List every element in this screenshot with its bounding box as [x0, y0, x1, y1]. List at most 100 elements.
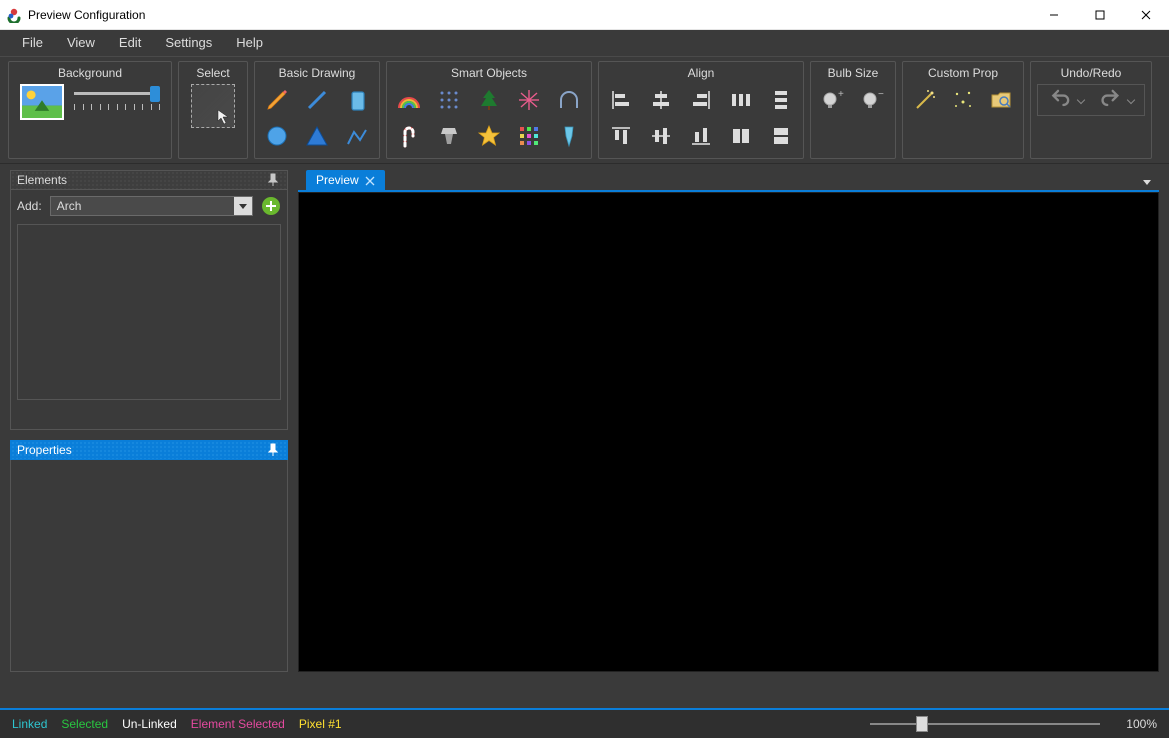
- icicle-tool-button[interactable]: [553, 120, 585, 152]
- background-opacity-slider[interactable]: [74, 84, 160, 120]
- circle-tool-button[interactable]: [261, 120, 293, 152]
- line-tool-button[interactable]: [301, 84, 333, 116]
- background-image-button[interactable]: [20, 84, 68, 120]
- rectangle-icon: [345, 88, 369, 112]
- candycane-icon: [397, 124, 421, 148]
- align-left-button[interactable]: [605, 84, 637, 116]
- bulb-size-increase-button[interactable]: +: [817, 84, 849, 116]
- candycane-tool-button[interactable]: [393, 120, 425, 152]
- redo-icon: [1098, 89, 1126, 111]
- align-middle-v-icon: [649, 124, 673, 148]
- same-width-button[interactable]: [725, 120, 757, 152]
- ribbon-group-smart-objects: Smart Objects: [386, 61, 592, 159]
- elements-panel-header[interactable]: Elements: [10, 170, 288, 190]
- star-tool-button[interactable]: [473, 120, 505, 152]
- pin-icon[interactable]: [265, 172, 281, 188]
- select-tool-button[interactable]: [191, 84, 235, 128]
- distribute-h-icon: [729, 88, 753, 112]
- ribbon: Background Select: [0, 56, 1169, 164]
- custom-prop-browse-button[interactable]: [985, 84, 1017, 116]
- menu-settings[interactable]: Settings: [153, 30, 224, 56]
- matrix-tool-button[interactable]: [513, 120, 545, 152]
- ribbon-label-smart: Smart Objects: [393, 64, 585, 82]
- elements-list[interactable]: [17, 224, 281, 400]
- align-top-button[interactable]: [605, 120, 637, 152]
- redo-dropdown-caret[interactable]: [1127, 96, 1135, 104]
- ribbon-group-undo-redo: Undo/Redo: [1030, 61, 1152, 159]
- cursor-icon: [216, 109, 232, 125]
- status-legend-pixel: Pixel #1: [299, 717, 342, 731]
- titlebar: Preview Configuration: [0, 0, 1169, 30]
- bulb-size-decrease-button[interactable]: −: [857, 84, 889, 116]
- triangle-tool-button[interactable]: [301, 120, 333, 152]
- undo-button[interactable]: [1044, 89, 1088, 111]
- rainbow-tool-button[interactable]: [393, 84, 425, 116]
- align-right-icon: [689, 88, 713, 112]
- preview-tabstrip: Preview: [298, 170, 1159, 192]
- movinghead-tool-button[interactable]: [433, 120, 465, 152]
- add-element-button[interactable]: [261, 196, 281, 216]
- window-minimize-button[interactable]: [1031, 0, 1077, 29]
- properties-panel: Properties: [10, 440, 288, 672]
- ribbon-label-bulbsize: Bulb Size: [817, 64, 889, 82]
- sparkles-icon: [951, 88, 975, 112]
- statusbar: Linked Selected Un-Linked Element Select…: [0, 708, 1169, 738]
- tabstrip-menu-button[interactable]: [1139, 174, 1155, 190]
- menu-file[interactable]: File: [10, 30, 55, 56]
- align-bottom-button[interactable]: [685, 120, 717, 152]
- status-legend-selected: Selected: [61, 717, 108, 731]
- elements-panel: Elements Add: Arch: [10, 170, 288, 430]
- menu-help[interactable]: Help: [224, 30, 275, 56]
- pin-icon[interactable]: [265, 442, 281, 458]
- undo-icon: [1048, 89, 1076, 111]
- menubar: File View Edit Settings Help: [0, 30, 1169, 56]
- spotlight-icon: [437, 124, 461, 148]
- ribbon-label-align: Align: [605, 64, 797, 82]
- custom-prop-edit-button[interactable]: [947, 84, 979, 116]
- bulb-plus-icon: +: [821, 88, 845, 112]
- folder-search-icon: [989, 88, 1013, 112]
- align-right-button[interactable]: [685, 84, 717, 116]
- add-element-select[interactable]: Arch: [50, 196, 253, 216]
- arch-tool-button[interactable]: [553, 84, 585, 116]
- same-height-icon: [769, 124, 793, 148]
- bulb-minus-icon: −: [861, 88, 885, 112]
- preview-tab[interactable]: Preview: [306, 170, 385, 190]
- svg-text:+: +: [838, 89, 844, 100]
- app-icon: [6, 7, 22, 23]
- align-left-icon: [609, 88, 633, 112]
- align-center-h-button[interactable]: [645, 84, 677, 116]
- window-close-button[interactable]: [1123, 0, 1169, 29]
- close-icon: [365, 176, 375, 186]
- grid-tool-button[interactable]: [433, 84, 465, 116]
- same-height-button[interactable]: [765, 120, 797, 152]
- polyline-tool-button[interactable]: [341, 120, 373, 152]
- properties-body: [10, 460, 288, 672]
- same-width-icon: [729, 124, 753, 148]
- star-icon: [477, 124, 501, 148]
- redo-button[interactable]: [1094, 89, 1138, 111]
- custom-prop-create-button[interactable]: [909, 84, 941, 116]
- pencil-tool-button[interactable]: [261, 84, 293, 116]
- fireworks-tool-button[interactable]: [513, 84, 545, 116]
- grid-icon: [437, 88, 461, 112]
- align-bottom-icon: [689, 124, 713, 148]
- zoom-slider[interactable]: [870, 716, 1100, 732]
- undo-dropdown-caret[interactable]: [1077, 96, 1085, 104]
- preview-tab-close-button[interactable]: [365, 175, 375, 185]
- svg-text:−: −: [878, 89, 884, 100]
- properties-panel-title: Properties: [17, 443, 72, 457]
- preview-canvas[interactable]: [298, 192, 1159, 672]
- align-top-icon: [609, 124, 633, 148]
- distribute-v-button[interactable]: [765, 84, 797, 116]
- rectangle-tool-button[interactable]: [341, 84, 373, 116]
- dropdown-caret-icon: [234, 197, 252, 215]
- distribute-h-button[interactable]: [725, 84, 757, 116]
- properties-panel-header[interactable]: Properties: [10, 440, 288, 460]
- menu-edit[interactable]: Edit: [107, 30, 153, 56]
- window-maximize-button[interactable]: [1077, 0, 1123, 29]
- menu-view[interactable]: View: [55, 30, 107, 56]
- align-center-h-icon: [649, 88, 673, 112]
- align-middle-v-button[interactable]: [645, 120, 677, 152]
- tree-tool-button[interactable]: [473, 84, 505, 116]
